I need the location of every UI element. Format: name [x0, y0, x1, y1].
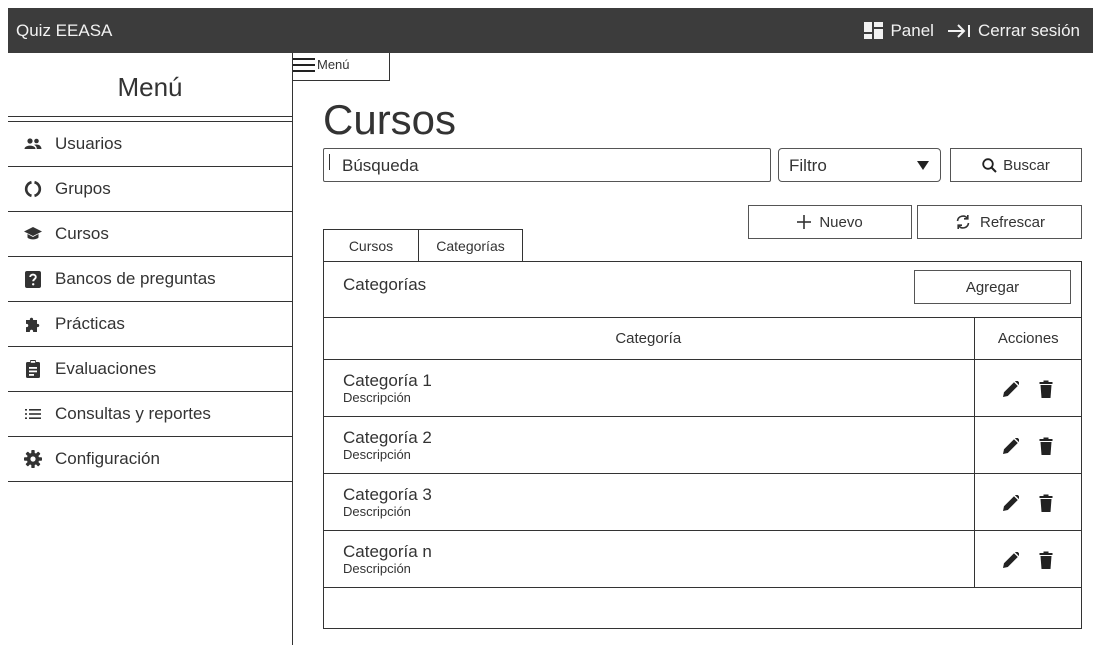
dropdown-arrow-icon — [917, 161, 929, 170]
column-header-categoria: Categoría — [323, 317, 975, 360]
delete-icon[interactable] — [1039, 494, 1053, 512]
clipboard-icon — [23, 360, 43, 378]
panel-link[interactable]: Panel — [864, 20, 934, 41]
actions-cell — [974, 359, 1082, 417]
sidebar-item-grupos[interactable]: Grupos — [8, 167, 292, 212]
sidebar-item-label: Evaluaciones — [55, 359, 157, 378]
delete-icon[interactable] — [1039, 551, 1053, 569]
sidebar-item-evaluaciones[interactable]: Evaluaciones — [8, 347, 292, 392]
category-cell: Categoría 2 Descripción — [323, 416, 975, 474]
sidebar-item-label: Cursos — [55, 224, 109, 243]
sidebar-list: Usuarios Grupos Cursos Bancos de pregunt… — [8, 122, 292, 482]
categories-panel: Categorías Agregar Categoría Acciones Ca… — [323, 261, 1082, 629]
panel-label: Panel — [890, 20, 934, 40]
search-button-label: Buscar — [1003, 156, 1050, 174]
app-title: Quiz EEASA — [16, 20, 113, 40]
puzzle-icon — [23, 315, 43, 333]
category-description: Descripción — [343, 561, 411, 576]
sidebar: Menú Usuarios Grupos Cursos Bancos de pr… — [8, 53, 293, 645]
users-icon — [23, 138, 43, 150]
sidebar-title: Menú — [8, 53, 292, 117]
add-button[interactable]: Agregar — [914, 270, 1071, 304]
logout-label: Cerrar sesión — [977, 20, 1080, 40]
top-actions: Panel Cerrar sesión — [864, 8, 1093, 53]
logout-link[interactable]: Cerrar sesión — [947, 21, 1080, 41]
sidebar-item-bancos-de-preguntas[interactable]: Bancos de preguntas — [8, 257, 292, 302]
table-row: Categoría n Descripción — [323, 530, 1082, 588]
category-description: Descripción — [343, 504, 411, 519]
logout-icon — [947, 23, 971, 39]
category-name: Categoría 2 — [343, 428, 432, 447]
category-cell: Categoría 1 Descripción — [323, 359, 975, 417]
refresh-icon — [954, 214, 972, 230]
table-header-row: Categoría Acciones — [323, 317, 1082, 360]
actions-cell — [974, 416, 1082, 474]
edit-icon[interactable] — [1003, 381, 1020, 397]
edit-icon[interactable] — [1003, 495, 1020, 511]
column-header-acciones: Acciones — [974, 317, 1082, 360]
filter-select[interactable]: Filtro — [778, 148, 941, 182]
menu-toggle-button[interactable]: Menú — [293, 53, 390, 81]
gear-icon — [23, 450, 43, 468]
sidebar-item-label: Usuarios — [55, 134, 123, 153]
category-cell: Categoría 3 Descripción — [323, 473, 975, 531]
sidebar-item-label: Grupos — [55, 179, 111, 198]
category-cell: Categoría n Descripción — [323, 530, 975, 588]
groups-icon — [23, 180, 43, 198]
dashboard-icon — [864, 22, 884, 39]
plus-icon — [797, 215, 812, 229]
tab-categorias[interactable]: Categorías — [418, 229, 523, 262]
delete-icon[interactable] — [1039, 380, 1053, 398]
category-name: Categoría n — [343, 542, 432, 561]
category-name: Categoría 3 — [343, 485, 432, 504]
category-description: Descripción — [343, 390, 411, 405]
new-button[interactable]: Nuevo — [748, 205, 912, 239]
edit-icon[interactable] — [1003, 552, 1020, 568]
list-icon — [23, 409, 43, 419]
category-description: Descripción — [343, 447, 411, 462]
add-button-label: Agregar — [965, 278, 1020, 296]
panel-title: Categorías — [343, 275, 427, 294]
edit-icon[interactable] — [1003, 438, 1020, 454]
sidebar-item-configuracion[interactable]: Configuración — [8, 437, 292, 482]
table-row: Categoría 1 Descripción — [323, 359, 1082, 417]
sidebar-item-label: Consultas y reportes — [55, 404, 211, 423]
tab-label: Categorías — [436, 238, 505, 254]
search-input[interactable]: Búsqueda — [323, 148, 771, 182]
page-title: Cursos — [323, 96, 457, 143]
graduation-cap-icon — [23, 227, 43, 241]
sidebar-item-label: Configuración — [55, 449, 160, 468]
search-icon — [982, 157, 997, 173]
menu-toggle-label: Menú — [317, 57, 350, 72]
table-row: Categoría 3 Descripción — [323, 473, 1082, 531]
search-input-value: Búsqueda — [342, 156, 419, 175]
refresh-button[interactable]: Refrescar — [917, 205, 1082, 239]
delete-icon[interactable] — [1039, 437, 1053, 455]
actions-cell — [974, 473, 1082, 531]
tab-cursos[interactable]: Cursos — [323, 229, 419, 262]
sidebar-item-label: Bancos de preguntas — [55, 269, 216, 288]
question-box-icon — [23, 270, 43, 288]
search-button[interactable]: Buscar — [950, 148, 1082, 182]
category-name: Categoría 1 — [343, 371, 432, 390]
refresh-button-label: Refrescar — [979, 213, 1046, 231]
sidebar-item-practicas[interactable]: Prácticas — [8, 302, 292, 347]
categories-table: Categoría Acciones Categoría 1 Descripci… — [323, 317, 1082, 588]
sidebar-item-usuarios[interactable]: Usuarios — [8, 122, 292, 167]
text-caret — [329, 154, 330, 170]
sidebar-item-cursos[interactable]: Cursos — [8, 212, 292, 257]
tab-label: Cursos — [348, 238, 394, 254]
table-row: Categoría 2 Descripción — [323, 416, 1082, 474]
sidebar-item-label: Prácticas — [55, 314, 125, 333]
new-button-label: Nuevo — [819, 213, 863, 231]
sidebar-item-consultas-y-reportes[interactable]: Consultas y reportes — [8, 392, 292, 437]
top-bar: Quiz EEASA Panel Cerrar sesión — [8, 8, 1093, 53]
hamburger-icon — [293, 58, 315, 75]
actions-cell — [974, 530, 1082, 588]
filter-selected-value: Filtro — [789, 156, 827, 175]
